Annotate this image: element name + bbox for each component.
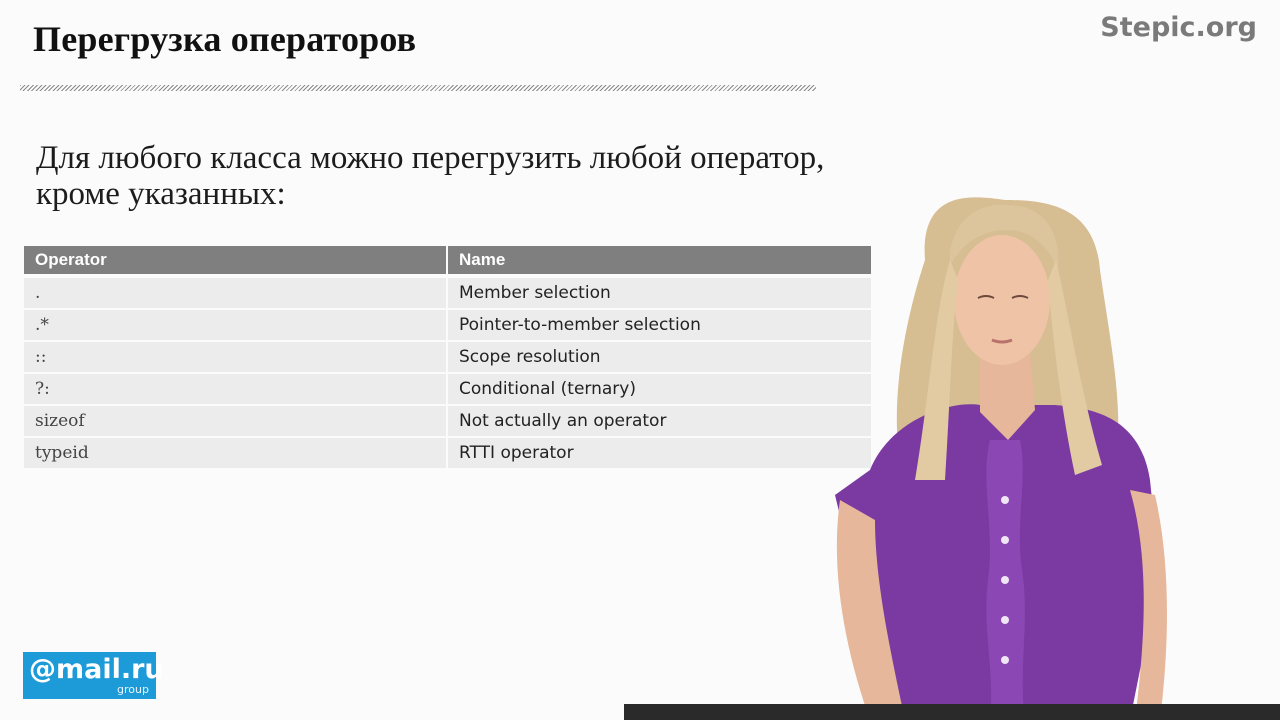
- name-cell: Member selection: [448, 278, 871, 310]
- title-divider: [20, 85, 816, 91]
- operators-table: Operator Name . Member selection .* Poin…: [24, 246, 871, 470]
- presenter-face: [954, 235, 1050, 365]
- blouse-button: [1001, 576, 1009, 584]
- operator-cell: .*: [24, 310, 446, 342]
- keyboard-edge: [624, 704, 1280, 720]
- slide-title: Перегрузка операторов: [33, 19, 417, 59]
- name-cell: Scope resolution: [448, 342, 871, 374]
- operator-cell: sizeof: [24, 406, 446, 438]
- table-row: . Member selection: [24, 278, 871, 310]
- table-row: ?: Conditional (ternary): [24, 374, 871, 406]
- column-header-operator: Operator: [24, 246, 446, 276]
- logo-sub-text: group: [117, 683, 149, 696]
- logo-main-text: @mail.ru: [29, 654, 164, 685]
- table-row: typeid RTTI operator: [24, 438, 871, 470]
- column-header-name: Name: [448, 246, 871, 276]
- table-row: sizeof Not actually an operator: [24, 406, 871, 438]
- table-row: .* Pointer-to-member selection: [24, 310, 871, 342]
- blouse-button: [1001, 536, 1009, 544]
- name-cell: Not actually an operator: [448, 406, 871, 438]
- table-row: :: Scope resolution: [24, 342, 871, 374]
- intro-text: Для любого класса можно перегрузить любо…: [36, 140, 856, 212]
- intro-line-1: Для любого класса можно перегрузить любо…: [36, 140, 825, 176]
- presenter-image: [835, 197, 1167, 720]
- operator-cell: .: [24, 278, 446, 310]
- operator-cell: typeid: [24, 438, 446, 470]
- operator-cell: ::: [24, 342, 446, 374]
- blouse-button: [1001, 616, 1009, 624]
- table-header-row: Operator Name: [24, 246, 871, 278]
- blouse-button: [1001, 496, 1009, 504]
- name-cell: Conditional (ternary): [448, 374, 871, 406]
- name-cell: RTTI operator: [448, 438, 871, 470]
- operator-cell: ?:: [24, 374, 446, 406]
- mailru-logo: @mail.ru group: [23, 652, 164, 699]
- name-cell: Pointer-to-member selection: [448, 310, 871, 342]
- brand-logo-text: Stepic.org: [1100, 12, 1257, 43]
- intro-line-2: кроме указанных:: [36, 176, 286, 212]
- blouse-button: [1001, 656, 1009, 664]
